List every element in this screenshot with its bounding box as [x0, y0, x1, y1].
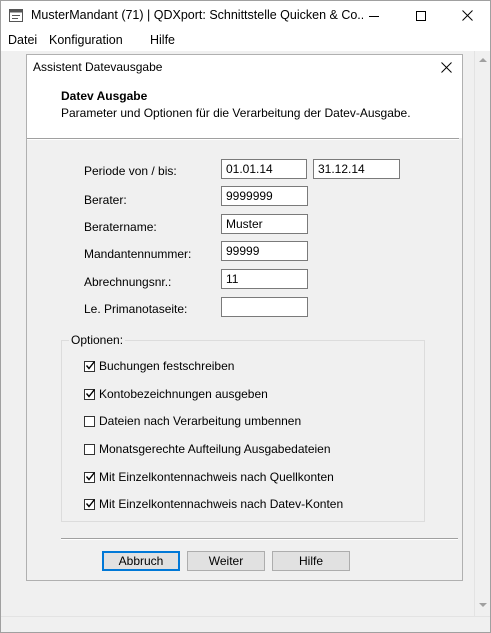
menu-item-konfiguration[interactable]: Konfiguration — [49, 33, 123, 47]
header-subtitle: Parameter und Optionen für die Verarbeit… — [61, 106, 411, 120]
option-label: Mit Einzelkontennachweis nach Quellkonte… — [99, 470, 334, 484]
option-buchungen-festschreiben[interactable]: Buchungen festschreiben — [84, 359, 234, 373]
app-icon — [9, 9, 23, 22]
dialog-titlebar[interactable]: Assistent Datevausgabe — [27, 55, 462, 80]
window-title: MusterMandant (71) | QDXport: Schnittste… — [31, 8, 363, 22]
minimize-button[interactable] — [351, 1, 397, 30]
weiter-button[interactable]: Weiter — [187, 551, 265, 571]
abrechnungsnr-field[interactable] — [221, 269, 308, 289]
mandantennummer-field[interactable] — [221, 241, 308, 261]
option-label: Mit Einzelkontennachweis nach Datev-Kont… — [99, 497, 344, 511]
checkmark-icon — [85, 388, 96, 398]
option-dateien-umbennen[interactable]: Dateien nach Verarbeitung umbennen — [84, 414, 301, 428]
menu-item-hilfe[interactable]: Hilfe — [150, 33, 175, 47]
mandantennummer-label: Mandantennummer: — [84, 247, 192, 261]
maximize-button[interactable] — [398, 1, 444, 30]
hilfe-button[interactable]: Hilfe — [272, 551, 350, 571]
abbruch-button[interactable]: Abbruch — [102, 551, 180, 571]
option-label: Monatsgerechte Aufteilung Ausgabedateien — [99, 442, 331, 456]
scroll-up-icon[interactable] — [479, 58, 487, 62]
checkmark-icon — [85, 498, 96, 508]
option-label: Kontobezeichnungen ausgeben — [99, 387, 268, 401]
close-icon — [441, 62, 452, 73]
menu-item-datei[interactable]: Datei — [8, 33, 37, 47]
checkbox[interactable] — [84, 415, 95, 427]
status-strip — [1, 616, 490, 632]
minimize-icon — [369, 15, 379, 17]
periode-bis-field[interactable] — [313, 159, 400, 179]
dialog-header: Datev Ausgabe Parameter und Optionen für… — [27, 80, 462, 138]
option-einzelkontennachweis-datev-konten[interactable]: Mit Einzelkontennachweis nach Datev-Kont… — [84, 497, 343, 511]
options-group-label: Optionen: — [69, 333, 126, 347]
checkbox[interactable] — [84, 443, 95, 455]
option-label: Dateien nach Verarbeitung umbennen — [99, 414, 302, 428]
option-label: Buchungen festschreiben — [99, 359, 235, 373]
checkmark-icon — [85, 360, 96, 370]
close-button[interactable] — [444, 1, 490, 30]
option-einzelkontennachweis-quellkonten[interactable]: Mit Einzelkontennachweis nach Quellkonte… — [84, 470, 334, 484]
checkmark-icon — [85, 471, 96, 481]
maximize-icon — [416, 10, 426, 21]
abrechnungsnr-label: Abrechnungsnr.: — [84, 275, 172, 289]
scroll-down-icon[interactable] — [479, 603, 487, 607]
checkbox[interactable] — [84, 360, 96, 372]
beratername-field[interactable] — [221, 214, 308, 234]
beratername-label: Beratername: — [84, 220, 157, 234]
dialog-close-button[interactable] — [431, 55, 462, 80]
berater-field[interactable] — [221, 186, 308, 206]
vertical-scrollbar[interactable] — [474, 51, 490, 616]
window-titlebar[interactable]: MusterMandant (71) | QDXport: Schnittste… — [1, 1, 490, 30]
option-monatsgerechte-aufteilung[interactable]: Monatsgerechte Aufteilung Ausgabedateien — [84, 442, 331, 456]
periode-label: Periode von / bis: — [84, 164, 177, 178]
header-separator — [27, 138, 459, 140]
berater-label: Berater: — [84, 193, 127, 207]
checkbox[interactable] — [84, 498, 96, 510]
menu-bar: Datei Konfiguration Hilfe — [1, 30, 490, 51]
primanotaseite-label: Le. Primanotaseite: — [84, 302, 188, 316]
dialog-title: Assistent Datevausgabe — [33, 60, 163, 74]
footer-separator — [61, 538, 458, 540]
option-kontobezeichnungen-ausgeben[interactable]: Kontobezeichnungen ausgeben — [84, 387, 268, 401]
close-icon — [461, 10, 473, 21]
periode-von-field[interactable] — [221, 159, 307, 179]
header-title: Datev Ausgabe — [61, 89, 148, 103]
checkbox[interactable] — [84, 471, 96, 483]
primanotaseite-field[interactable] — [221, 297, 308, 317]
checkbox[interactable] — [84, 388, 96, 400]
